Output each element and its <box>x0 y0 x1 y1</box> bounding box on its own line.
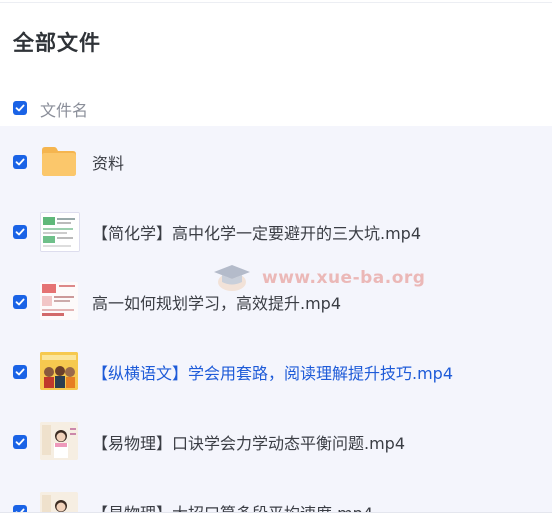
file-name[interactable]: 【纵横语文】学会用套路，阅读理解提升技巧.mp4 <box>92 360 453 384</box>
column-header-filename[interactable]: 文件名 <box>40 97 88 121</box>
watermark: www.xue-ba.org <box>262 268 426 288</box>
row-checkbox[interactable] <box>13 225 27 239</box>
check-icon <box>15 228 25 236</box>
list-item[interactable]: 【易物理】口诀学会力学动态平衡问题.mp4 <box>0 406 552 476</box>
file-list: 资料 【简化学】高中化学一定要避开的三大坑.mp4 高一如何规划学习，高效提升.… <box>0 126 552 516</box>
bottom-bar <box>0 512 552 527</box>
video-thumbnail <box>40 282 78 320</box>
check-icon <box>15 104 25 112</box>
file-name[interactable]: 高一如何规划学习，高效提升.mp4 <box>92 290 341 314</box>
check-icon <box>15 298 25 306</box>
file-list-header: 文件名 <box>0 90 552 126</box>
video-thumbnail <box>40 422 78 460</box>
list-item[interactable]: 资料 <box>0 126 552 196</box>
list-item[interactable]: 【易物理】大招口算多段平均速度.mp4 <box>0 476 552 516</box>
check-icon <box>15 158 25 166</box>
folder-icon <box>40 142 78 180</box>
graduation-cap-icon <box>214 265 250 291</box>
select-all-checkbox[interactable] <box>13 101 27 115</box>
top-divider <box>0 2 552 3</box>
row-checkbox[interactable] <box>13 435 27 449</box>
row-checkbox[interactable] <box>13 295 27 309</box>
page-title: 全部文件 <box>13 31 101 55</box>
file-name[interactable]: 【易物理】口诀学会力学动态平衡问题.mp4 <box>92 430 405 454</box>
check-icon <box>15 368 25 376</box>
list-item[interactable]: 【纵横语文】学会用套路，阅读理解提升技巧.mp4 <box>0 336 552 406</box>
list-item[interactable]: 【简化学】高中化学一定要避开的三大坑.mp4 <box>0 196 552 266</box>
row-checkbox[interactable] <box>13 155 27 169</box>
video-thumbnail <box>40 212 80 252</box>
file-name[interactable]: 【简化学】高中化学一定要避开的三大坑.mp4 <box>92 220 421 244</box>
check-icon <box>15 438 25 446</box>
video-thumbnail <box>40 352 78 390</box>
file-name[interactable]: 资料 <box>92 150 124 174</box>
row-checkbox[interactable] <box>13 365 27 379</box>
